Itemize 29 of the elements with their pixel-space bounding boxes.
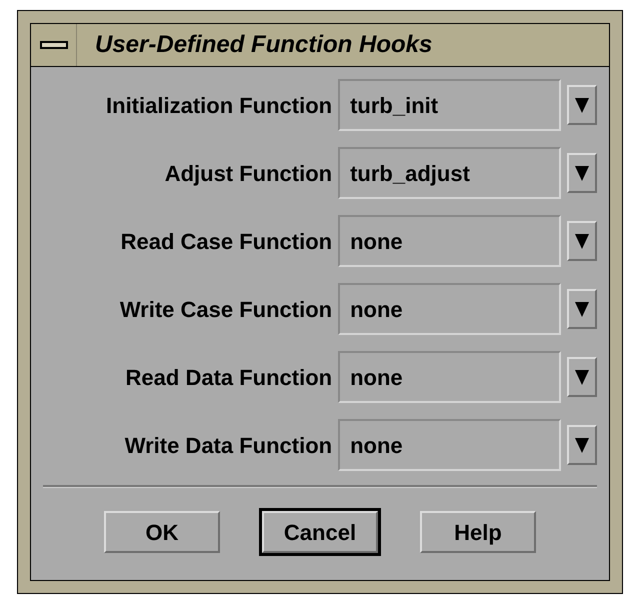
field-label: Adjust Function [164, 160, 334, 188]
text-field[interactable]: none [338, 283, 562, 335]
caret-icon [575, 301, 590, 317]
window-menu-icon [40, 41, 68, 49]
field-label: Initialization Function [105, 92, 334, 120]
field-label: Read Data Function [124, 364, 334, 392]
dropdown-button[interactable] [567, 357, 597, 397]
dropdown-button[interactable] [567, 289, 597, 329]
text-field[interactable]: turb_adjust [338, 147, 562, 199]
text-field[interactable]: none [338, 215, 562, 267]
dialog-button[interactable]: Help [420, 511, 536, 553]
text-field[interactable]: none [338, 351, 562, 403]
text-field[interactable]: none [338, 419, 562, 471]
field-label: Read Case Function [120, 228, 334, 256]
field-label: Write Case Function [118, 296, 334, 324]
dropdown-button[interactable] [567, 85, 597, 125]
dialog-button[interactable]: OK [104, 511, 220, 553]
caret-icon [575, 97, 590, 113]
caret-icon [575, 369, 590, 385]
caret-icon [575, 437, 590, 453]
dropdown-button[interactable] [567, 221, 597, 261]
field-label: Write Data Function [124, 432, 334, 460]
dropdown-button[interactable] [567, 425, 597, 465]
dialog-button[interactable]: Cancel [262, 511, 378, 553]
caret-icon [575, 233, 590, 249]
text-field[interactable]: turb_init [338, 79, 562, 131]
window-title: User-Defined Function Hooks [95, 30, 432, 60]
dropdown-button[interactable] [567, 153, 597, 193]
caret-icon [575, 165, 590, 181]
